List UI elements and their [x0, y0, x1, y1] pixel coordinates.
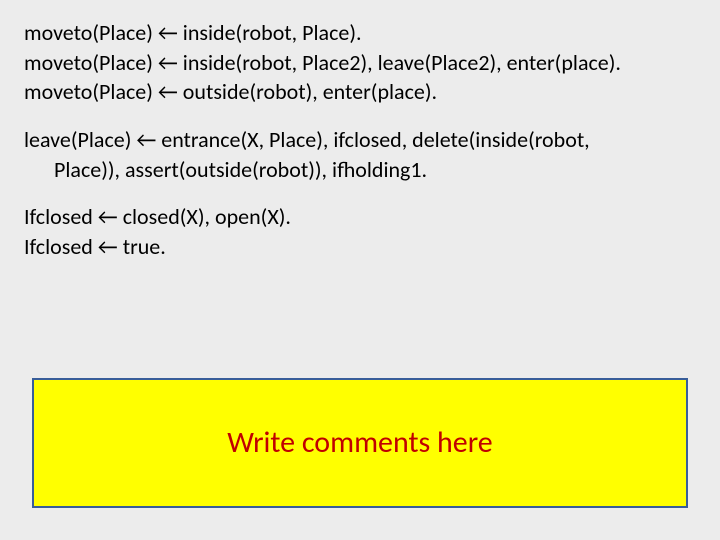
- code-line: leave(Place) ← entrance(X, Place), ifclo…: [24, 125, 696, 155]
- code-line: Ifclosed ← closed(X), open(X).: [24, 202, 696, 232]
- rule-block-2: leave(Place) ← entrance(X, Place), ifclo…: [24, 125, 696, 184]
- comment-placeholder: Write comments here: [227, 423, 492, 464]
- code-line: Place)), assert(outside(robot)), ifholdi…: [24, 155, 696, 185]
- rule-block-1: moveto(Place) ← inside(robot, Place). mo…: [24, 18, 696, 107]
- code-line: Ifclosed ← true.: [24, 232, 696, 262]
- code-line: moveto(Place) ← inside(robot, Place).: [24, 18, 696, 48]
- comment-box[interactable]: Write comments here: [32, 378, 688, 508]
- code-line: moveto(Place) ← outside(robot), enter(pl…: [24, 77, 696, 107]
- rule-block-3: Ifclosed ← closed(X), open(X). Ifclosed …: [24, 202, 696, 261]
- code-line: moveto(Place) ← inside(robot, Place2), l…: [24, 48, 696, 78]
